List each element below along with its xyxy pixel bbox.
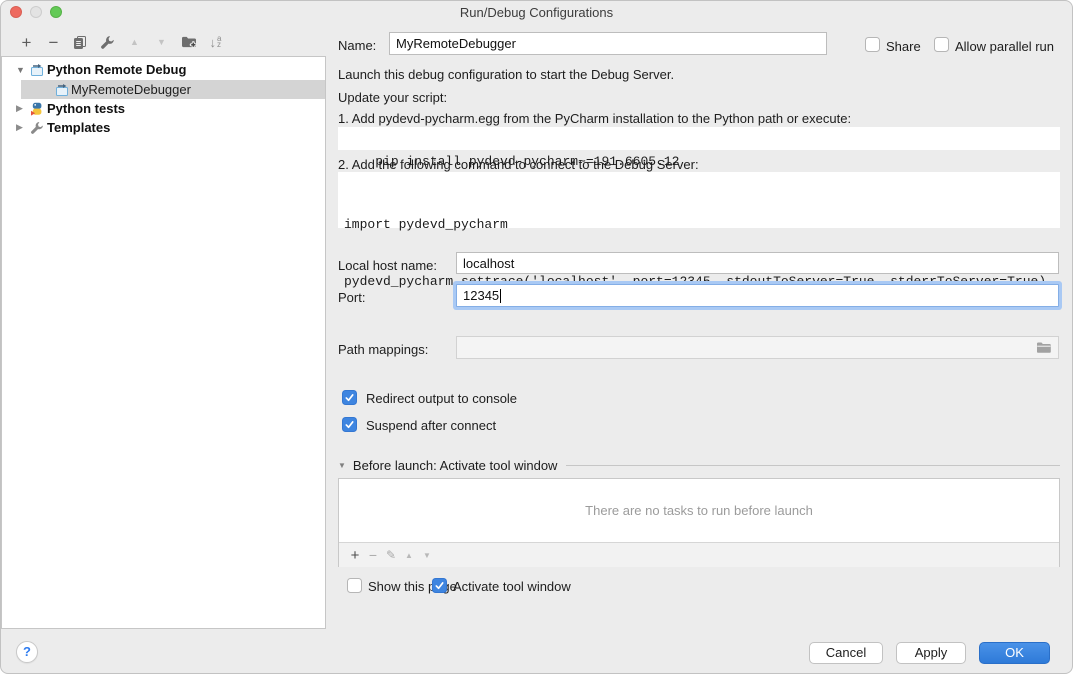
tree-item-label: Python Remote Debug	[47, 62, 186, 77]
instruction-update: Update your script:	[338, 90, 447, 105]
path-mappings-label: Path mappings:	[338, 342, 428, 357]
edit-task-icon: ✎	[382, 545, 400, 565]
chevron-collapsed-icon[interactable]: ▶	[16, 122, 23, 133]
path-mappings-input[interactable]	[456, 336, 1059, 359]
settrace-code-block[interactable]: import pydevd_pycharm pydevd_pycharm.set…	[338, 172, 1060, 228]
close-button[interactable]	[10, 6, 22, 18]
templates-wrench-icon	[30, 121, 44, 135]
name-value: MyRemoteDebugger	[396, 36, 516, 51]
section-collapse-icon[interactable]: ▼	[338, 461, 346, 470]
sort-alphabetically-icon[interactable]: ↓ az	[202, 32, 229, 52]
move-task-down-icon: ▼	[418, 545, 436, 565]
suspend-after-connect-checkbox[interactable]	[342, 417, 357, 432]
ok-button[interactable]: OK	[979, 642, 1050, 664]
run-debug-configurations-dialog: Run/Debug Configurations + − ▲ ▼	[0, 0, 1073, 674]
before-launch-section-header[interactable]: ▼ Before launch: Activate tool window	[338, 458, 1060, 473]
port-value: 12345	[463, 288, 499, 303]
window-title: Run/Debug Configurations	[1, 1, 1072, 24]
question-mark-icon: ?	[23, 644, 31, 659]
tree-item-label: Templates	[47, 120, 110, 135]
move-down-icon: ▼	[148, 32, 175, 52]
add-task-icon[interactable]: +	[346, 545, 364, 565]
instruction-launch: Launch this debug configuration to start…	[338, 67, 674, 82]
title-bar[interactable]: Run/Debug Configurations	[1, 1, 1072, 23]
code-import-line: import pydevd_pycharm	[344, 215, 1060, 234]
browse-folder-icon[interactable]	[1036, 341, 1052, 354]
activate-tool-window-checkbox[interactable]	[432, 578, 447, 593]
remove-configuration-icon[interactable]: −	[40, 32, 67, 52]
port-label: Port:	[338, 290, 365, 305]
section-divider	[566, 465, 1060, 466]
text-caret	[500, 289, 501, 303]
copy-configuration-icon[interactable]	[67, 32, 94, 52]
configurations-tree: ▼ Python Remote Debug MyRemoteDebugger	[1, 56, 326, 629]
chevron-expanded-icon[interactable]: ▼	[16, 65, 25, 75]
allow-parallel-run-checkbox[interactable]	[934, 37, 949, 52]
share-checkbox[interactable]	[865, 37, 880, 52]
new-folder-icon[interactable]	[175, 32, 202, 52]
configurations-toolbar: + − ▲ ▼ ↓ az	[13, 32, 229, 52]
suspend-after-connect-label: Suspend after connect	[366, 418, 496, 433]
local-host-label: Local host name:	[338, 258, 437, 273]
move-task-up-icon: ▲	[400, 545, 418, 565]
tree-item-label: Python tests	[47, 101, 125, 116]
allow-parallel-run-label: Allow parallel run	[955, 39, 1054, 54]
local-host-value: localhost	[463, 256, 514, 271]
help-button[interactable]: ?	[16, 641, 38, 663]
activate-tool-window-label: Activate tool window	[453, 579, 571, 594]
task-list-toolbar: + − ✎ ▲ ▼	[339, 542, 1059, 567]
chevron-collapsed-icon[interactable]: ▶	[16, 103, 23, 114]
add-configuration-icon[interactable]: +	[13, 32, 40, 52]
instruction-step1: 1. Add pydevd-pycharm.egg from the PyCha…	[338, 111, 851, 126]
tree-item-python-remote-debug[interactable]: ▼ Python Remote Debug	[2, 60, 325, 79]
remove-task-icon: −	[364, 545, 382, 565]
remote-debug-icon	[55, 83, 69, 97]
name-label: Name:	[338, 38, 376, 53]
port-input[interactable]: 12345	[456, 284, 1059, 307]
redirect-output-label: Redirect output to console	[366, 391, 517, 406]
minimize-button	[30, 6, 42, 18]
move-up-icon: ▲	[121, 32, 148, 52]
before-launch-task-list: There are no tasks to run before launch …	[338, 478, 1060, 567]
redirect-output-checkbox[interactable]	[342, 390, 357, 405]
empty-task-list-text: There are no tasks to run before launch	[339, 479, 1059, 542]
local-host-input[interactable]: localhost	[456, 252, 1059, 274]
zoom-button[interactable]	[50, 6, 62, 18]
edit-defaults-wrench-icon[interactable]	[94, 32, 121, 52]
before-launch-title: Before launch: Activate tool window	[353, 458, 558, 473]
name-input[interactable]: MyRemoteDebugger	[389, 32, 827, 55]
share-label: Share	[886, 39, 921, 54]
show-this-page-checkbox[interactable]	[347, 578, 362, 593]
tree-item-label: MyRemoteDebugger	[71, 82, 191, 97]
tree-item-templates[interactable]: ▶ Templates	[2, 118, 325, 137]
instruction-step2: 2. Add the following command to connect …	[338, 157, 699, 172]
python-tests-icon	[30, 102, 44, 116]
pip-install-code-block[interactable]: pip install pydevd-pycharm~=191.6605.12	[338, 127, 1060, 150]
tree-item-python-tests[interactable]: ▶ Python tests	[2, 99, 325, 118]
cancel-button[interactable]: Cancel	[809, 642, 883, 664]
tree-item-myremotedebugger[interactable]: MyRemoteDebugger	[2, 80, 325, 99]
remote-debug-icon	[30, 63, 44, 77]
apply-button[interactable]: Apply	[896, 642, 966, 664]
